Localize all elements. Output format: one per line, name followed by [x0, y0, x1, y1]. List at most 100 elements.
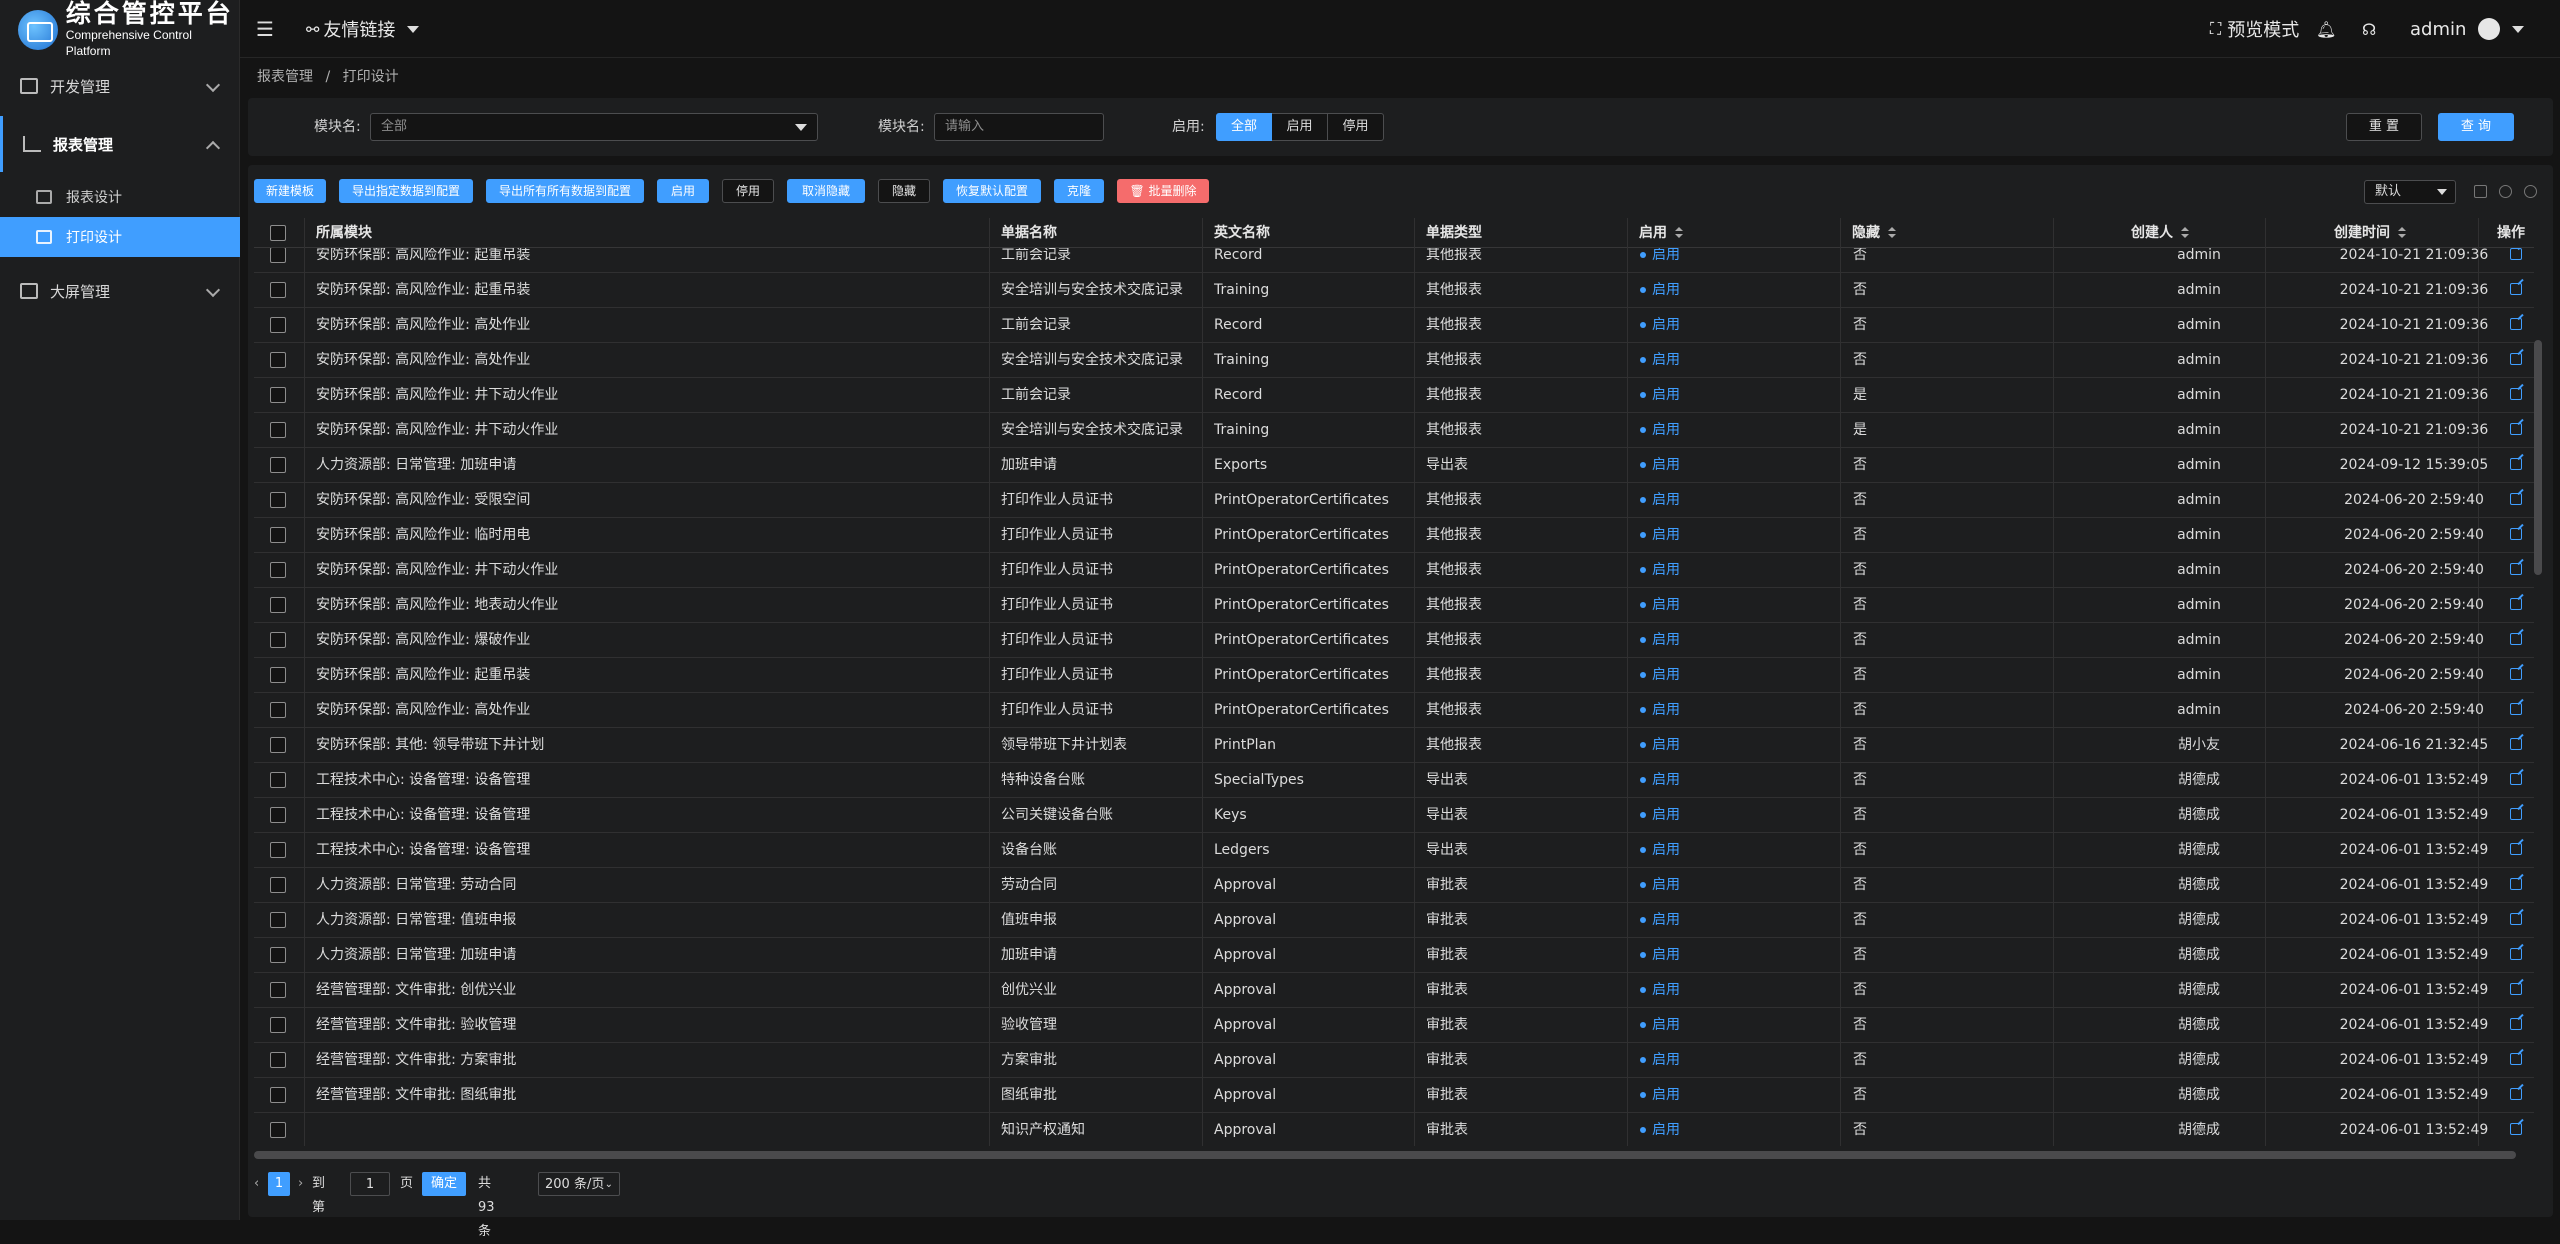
preview-mode-button[interactable]: ⛶ 预览模式	[2210, 0, 2299, 58]
edit-icon[interactable]	[2510, 493, 2522, 505]
table-row[interactable]: 经营管理部: 文件审批: 方案审批 方案审批 Approval 审批表 启用 否 胡德成 20…	[254, 1043, 2534, 1078]
row-checkbox[interactable]	[270, 1087, 286, 1103]
edit-icon[interactable]	[2510, 633, 2522, 645]
page-number-current[interactable]: 1	[268, 1172, 290, 1196]
edit-icon[interactable]	[2510, 983, 2522, 995]
table-row[interactable]: 安防环保部: 高风险作业: 高处作业 打印作业人员证书 PrintOperatorC…	[254, 693, 2534, 728]
table-row[interactable]: 工程技术中心: 设备管理: 设备管理 设备台账 Ledgers 导出表 启用 否 胡德成 20…	[254, 833, 2534, 868]
table-row[interactable]: 安防环保部: 高风险作业: 起重吊装 工前会记录 Record 其他报表 启用 否 admi…	[254, 248, 2534, 273]
row-checkbox[interactable]	[270, 1052, 286, 1068]
row-checkbox[interactable]	[270, 282, 286, 298]
sort-icon[interactable]	[1675, 227, 1683, 239]
sidebar-group-dev[interactable]: 开发管理	[0, 58, 240, 114]
collapse-sidebar-button[interactable]: ☰	[256, 0, 274, 58]
table-row[interactable]: 安防环保部: 高风险作业: 起重吊装 安全培训与安全技术交底记录 Training 其…	[254, 273, 2534, 308]
edit-icon[interactable]	[2510, 913, 2522, 925]
table-row[interactable]: 安防环保部: 高风险作业: 井下动火作业 工前会记录 Record 其他报表 启用 是 ad…	[254, 378, 2534, 413]
row-checkbox[interactable]	[270, 597, 286, 613]
segment-all[interactable]: 全部	[1216, 113, 1272, 141]
goto-page-input[interactable]: 1	[350, 1172, 390, 1196]
edit-icon[interactable]	[2510, 738, 2522, 750]
table-row[interactable]: 人力资源部: 日常管理: 值班申报 值班申报 Approval 审批表 启用 否 胡德成 20…	[254, 903, 2534, 938]
edit-view-icon[interactable]	[2474, 185, 2487, 198]
row-checkbox[interactable]	[270, 527, 286, 543]
edit-icon[interactable]	[2510, 843, 2522, 855]
edit-icon[interactable]	[2510, 388, 2522, 400]
row-checkbox[interactable]	[270, 912, 286, 928]
new-template-button[interactable]: 新建模板	[254, 179, 326, 203]
enable-button[interactable]: 启用	[657, 179, 709, 203]
edit-icon[interactable]	[2510, 878, 2522, 890]
add-view-icon[interactable]	[2499, 185, 2512, 198]
sidebar-item-report-design[interactable]: 报表设计	[0, 177, 240, 217]
table-row[interactable]: 安防环保部: 高风险作业: 爆破作业 打印作业人员证书 PrintOperatorC…	[254, 623, 2534, 658]
sidebar-item-print-design[interactable]: 打印设计	[0, 217, 240, 257]
export-all-button[interactable]: 导出所有所有数据到配置	[486, 179, 644, 203]
edit-icon[interactable]	[2510, 353, 2522, 365]
row-checkbox[interactable]	[270, 457, 286, 473]
table-row[interactable]: 工程技术中心: 设备管理: 设备管理 公司关键设备台账 Keys 导出表 启用 否 胡德成 2…	[254, 798, 2534, 833]
edit-icon[interactable]	[2510, 808, 2522, 820]
edit-icon[interactable]	[2510, 423, 2522, 435]
table-row[interactable]: 人力资源部: 日常管理: 劳动合同 劳动合同 Approval 审批表 启用 否 胡德成 20…	[254, 868, 2534, 903]
view-select[interactable]: 默认	[2364, 180, 2456, 204]
table-row[interactable]: 人力资源部: 日常管理: 加班申请 加班申请 Approval 审批表 启用 否 胡德成 20…	[254, 938, 2534, 973]
edit-icon[interactable]	[2510, 248, 2522, 260]
table-row[interactable]: 安防环保部: 高风险作业: 起重吊装 打印作业人员证书 PrintOperatorC…	[254, 658, 2534, 693]
clone-button[interactable]: 克隆	[1054, 179, 1104, 203]
goto-confirm-button[interactable]: 确定	[422, 1172, 466, 1196]
row-checkbox[interactable]	[270, 317, 286, 333]
next-page-icon[interactable]: ›	[298, 1172, 310, 1196]
notification-button[interactable]: 🔔︎	[2316, 0, 2336, 58]
row-checkbox[interactable]	[270, 1122, 286, 1138]
edit-icon[interactable]	[2510, 318, 2522, 330]
table-row[interactable]: 安防环保部: 高风险作业: 地表动火作业 打印作业人员证书 PrintOperato…	[254, 588, 2534, 623]
row-checkbox[interactable]	[270, 842, 286, 858]
reset-button[interactable]: 重 置	[2346, 113, 2422, 141]
prev-page-icon[interactable]: ‹	[254, 1172, 266, 1196]
table-row[interactable]: 人力资源部: 日常管理: 加班申请 加班申请 Exports 导出表 启用 否 admin 2…	[254, 448, 2534, 483]
unhide-button[interactable]: 取消隐藏	[787, 179, 865, 203]
col-english-name[interactable]: 英文名称	[1214, 218, 1270, 248]
edit-icon[interactable]	[2510, 1018, 2522, 1030]
row-checkbox[interactable]	[270, 667, 286, 683]
edit-icon[interactable]	[2510, 668, 2522, 680]
edit-icon[interactable]	[2510, 703, 2522, 715]
user-menu[interactable]: admin	[2410, 0, 2525, 58]
export-selected-button[interactable]: 导出指定数据到配置	[339, 179, 473, 203]
hide-button[interactable]: 隐藏	[878, 179, 930, 203]
edit-icon[interactable]	[2510, 458, 2522, 470]
col-doc-name[interactable]: 单据名称	[1001, 218, 1057, 248]
table-row[interactable]: 安防环保部: 高风险作业: 井下动火作业 打印作业人员证书 PrintOperato…	[254, 553, 2534, 588]
query-button[interactable]: 查 询	[2438, 113, 2514, 141]
table-row[interactable]: 知识产权通知 Approval 审批表 启用 否 胡德成 2024-06-01 13:52:…	[254, 1113, 2534, 1146]
col-creator[interactable]: 创建人	[2131, 218, 2189, 248]
disable-button[interactable]: 停用	[722, 179, 774, 203]
select-all-checkbox[interactable]	[270, 225, 286, 241]
row-checkbox[interactable]	[270, 387, 286, 403]
segment-enabled[interactable]: 启用	[1272, 113, 1328, 141]
sidebar-group-report[interactable]: 报表管理	[0, 116, 240, 172]
horizontal-scrollbar[interactable]	[254, 1151, 2516, 1159]
segment-disabled[interactable]: 停用	[1328, 113, 1384, 141]
support-button[interactable]: ☊	[2362, 0, 2376, 58]
row-checkbox[interactable]	[270, 632, 286, 648]
sort-icon[interactable]	[2398, 227, 2406, 239]
row-checkbox[interactable]	[270, 982, 286, 998]
row-checkbox[interactable]	[270, 772, 286, 788]
restore-default-button[interactable]: 恢复默认配置	[943, 179, 1041, 203]
col-doc-type[interactable]: 单据类型	[1426, 218, 1482, 248]
row-checkbox[interactable]	[270, 877, 286, 893]
row-checkbox[interactable]	[270, 422, 286, 438]
row-checkbox[interactable]	[270, 947, 286, 963]
col-created-time[interactable]: 创建时间	[2334, 218, 2406, 248]
row-checkbox[interactable]	[270, 1017, 286, 1033]
table-row[interactable]: 安防环保部: 高风险作业: 高处作业 安全培训与安全技术交底记录 Training 其…	[254, 343, 2534, 378]
row-checkbox[interactable]	[270, 352, 286, 368]
sort-icon[interactable]	[2181, 227, 2189, 239]
breadcrumb-item[interactable]: 报表管理	[257, 69, 313, 85]
edit-icon[interactable]	[2510, 773, 2522, 785]
links-dropdown[interactable]: ⚯ 友情链接	[306, 0, 420, 58]
table-row[interactable]: 安防环保部: 其他: 领导带班下井计划 领导带班下井计划表 PrintPlan 其他报…	[254, 728, 2534, 763]
row-checkbox[interactable]	[270, 702, 286, 718]
